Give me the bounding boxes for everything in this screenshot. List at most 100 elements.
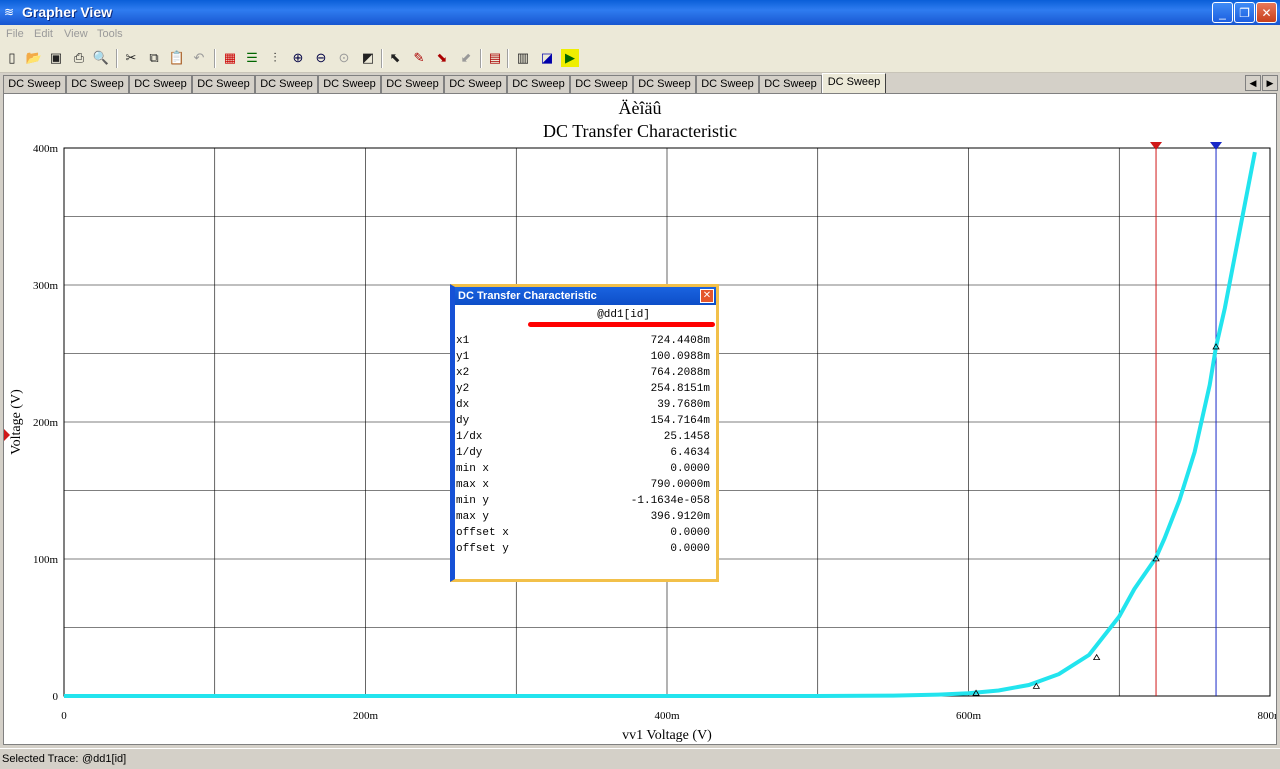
new-icon[interactable]: ▯ <box>3 49 21 67</box>
cursor-lines[interactable] <box>1150 142 1223 696</box>
y-tick-labels: 0 100m 200m 300m 400m <box>33 143 59 703</box>
cursor-window-trace-name: @dd1[id] <box>597 309 650 321</box>
undo-icon[interactable]: ↶ <box>190 49 208 67</box>
x-tick-label: 800m <box>1257 710 1276 722</box>
selected-trace-value: @dd1[id] <box>82 753 127 765</box>
tab-dc-sweep[interactable]: DC Sweep <box>696 75 759 93</box>
tab-dc-sweep[interactable]: DC Sweep <box>507 75 570 93</box>
readout-label: x1 <box>456 335 470 347</box>
select-trace-icon[interactable]: ✎ <box>410 49 428 67</box>
readout-row-y1: y1 100.0988m <box>455 349 716 365</box>
y-tick-label: 100m <box>33 554 59 566</box>
copy-graph-icon[interactable]: ⬊ <box>433 49 451 67</box>
trace-markers <box>972 343 1220 696</box>
cursor-1-handle-icon[interactable] <box>1150 142 1163 150</box>
tab-dc-sweep[interactable]: DC Sweep <box>192 75 255 93</box>
menu-view[interactable]: View <box>64 28 88 40</box>
print-preview-icon[interactable]: 🔍 <box>92 49 110 67</box>
cursor-window-title[interactable]: DC Transfer Characteristic <box>455 287 716 305</box>
y-tick-label: 200m <box>33 417 59 429</box>
x-axis-label: vv1 Voltage (V) <box>622 728 712 743</box>
readout-row-y2: y2 254.8151m <box>455 381 716 397</box>
readout-row-x1: x1 724.4408m <box>455 333 716 349</box>
tab-dc-sweep[interactable]: DC Sweep <box>633 75 696 93</box>
overlay-traces-icon[interactable]: ◪ <box>538 49 556 67</box>
legend-icon[interactable]: ☰ <box>243 49 261 67</box>
exit-icon[interactable]: ▶ <box>561 49 579 67</box>
tab-dc-sweep[interactable]: DC Sweep <box>3 75 66 93</box>
copy-icon[interactable]: ⧉ <box>145 49 163 67</box>
cut-icon[interactable]: ✂ <box>122 49 140 67</box>
readout-row-dx: dx 39.7680m <box>455 397 716 413</box>
tab-scroll-left-button[interactable]: ◀ <box>1245 75 1261 91</box>
tab-dc-sweep-active[interactable]: DC Sweep <box>822 73 886 93</box>
y-axis-label: Voltage (V) <box>9 389 24 455</box>
readout-label: dx <box>456 399 470 411</box>
readout-label: offset x <box>456 527 509 539</box>
select-marks-icon[interactable]: ⬉ <box>386 49 404 67</box>
tab-dc-sweep[interactable]: DC Sweep <box>570 75 633 93</box>
title-bar[interactable]: ≋ Grapher View _ ❐ ✕ <box>0 0 1280 25</box>
export-lvm-icon[interactable]: ▥ <box>514 49 532 67</box>
status-bar: Selected Trace: @dd1[id] <box>0 748 1280 769</box>
readout-label: max y <box>456 511 490 523</box>
chart-subtitle: DC Transfer Characteristic <box>543 121 737 141</box>
menu-bar: File Edit View Tools <box>0 25 1280 45</box>
readout-label: max x <box>456 479 490 491</box>
readout-value: 724.4408m <box>650 335 710 347</box>
readout-label: 1/dy <box>456 447 483 459</box>
tab-dc-sweep[interactable]: DC Sweep <box>381 75 444 93</box>
cursor-readout-window[interactable]: DC Transfer Characteristic ✕ @dd1[id] x1… <box>450 284 719 582</box>
zoom-full-icon[interactable]: ⊙ <box>335 49 353 67</box>
window-title: Grapher View <box>22 4 113 20</box>
tab-dc-sweep[interactable]: DC Sweep <box>129 75 192 93</box>
menu-edit[interactable]: Edit <box>34 28 53 40</box>
cursor-window-close-icon[interactable]: ✕ <box>700 289 714 303</box>
menu-tools[interactable]: Tools <box>97 28 123 40</box>
paste-icon[interactable]: 📋 <box>168 49 186 67</box>
readout-row-min-x: min x 0.0000 <box>455 461 716 477</box>
trace-marker-icon <box>1092 653 1101 661</box>
readout-row-offset-y: offset y 0.0000 <box>455 541 716 557</box>
zoom-out-icon[interactable]: ⊖ <box>312 49 330 67</box>
cursor-2-handle-icon[interactable] <box>1210 142 1223 150</box>
menu-file[interactable]: File <box>6 28 24 40</box>
y-tick-label: 0 <box>53 691 59 703</box>
open-icon[interactable]: 📂 <box>25 49 43 67</box>
tab-scroll-right-button[interactable]: ▶ <box>1262 75 1278 91</box>
readout-row-x2: x2 764.2088m <box>455 365 716 381</box>
status-label: Selected Trace: <box>2 753 79 765</box>
x-tick-label: 200m <box>353 710 379 722</box>
readout-label: min x <box>456 463 490 475</box>
readout-value: 6.4634 <box>670 447 710 459</box>
save-icon[interactable]: ▣ <box>47 49 65 67</box>
readout-row-max-x: max x 790.0000m <box>455 477 716 493</box>
export-excel-icon[interactable]: ▤ <box>486 49 504 67</box>
readout-value: 154.7164m <box>650 415 710 427</box>
readout-label: offset y <box>456 543 509 555</box>
tab-dc-sweep[interactable]: DC Sweep <box>759 75 822 93</box>
maximize-button[interactable]: ❐ <box>1234 2 1255 23</box>
readout-value: 764.2088m <box>650 367 710 379</box>
zoom-in-icon[interactable]: ⊕ <box>289 49 307 67</box>
grid-icon[interactable]: ▦ <box>221 49 239 67</box>
chart-title: Äèîäû <box>619 98 662 118</box>
minimize-button[interactable]: _ <box>1212 2 1233 23</box>
readout-label: min y <box>456 495 490 507</box>
readout-row-1-dx: 1/dx 25.1458 <box>455 429 716 445</box>
print-icon[interactable]: ⎙ <box>70 49 88 67</box>
paste-graph-icon[interactable]: ⬋ <box>457 49 475 67</box>
tab-dc-sweep[interactable]: DC Sweep <box>318 75 381 93</box>
cursors-icon[interactable]: ⫶ <box>266 49 284 67</box>
readout-value: 0.0000 <box>670 527 710 539</box>
tab-dc-sweep[interactable]: DC Sweep <box>66 75 129 93</box>
readout-row-1-dy: 1/dy 6.4634 <box>455 445 716 461</box>
reverse-colors-icon[interactable]: ◩ <box>359 49 377 67</box>
readout-value: 254.8151m <box>650 383 710 395</box>
toolbar: ▯ 📂 ▣ ⎙ 🔍 ✂ ⧉ 📋 ↶ ▦ ☰ ⫶ ⊕ ⊖ ⊙ ◩ ⬉ ✎ ⬊ ⬋ … <box>0 45 1280 73</box>
readout-label: x2 <box>456 367 470 379</box>
readout-label: y1 <box>456 351 470 363</box>
tab-dc-sweep[interactable]: DC Sweep <box>255 75 318 93</box>
close-button[interactable]: ✕ <box>1256 2 1277 23</box>
tab-dc-sweep[interactable]: DC Sweep <box>444 75 507 93</box>
